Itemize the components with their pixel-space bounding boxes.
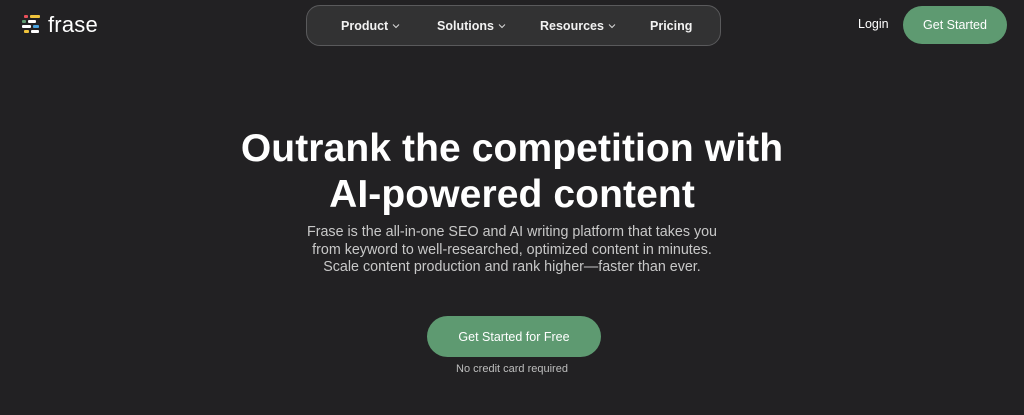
get-started-button[interactable]: Get Started (903, 6, 1007, 44)
main-nav: Product Solutions Resources Pricing (306, 5, 721, 46)
nav-product[interactable]: Product (341, 6, 400, 45)
no-credit-card-note: No credit card required (456, 363, 568, 375)
nav-pricing[interactable]: Pricing (650, 6, 692, 45)
chevron-down-icon (392, 23, 400, 28)
nav-resources[interactable]: Resources (540, 6, 616, 45)
nav-product-label: Product (341, 18, 389, 33)
landing-page: frase Product Solutions Resources Pricin… (0, 0, 1024, 415)
nav-solutions-label: Solutions (437, 18, 494, 33)
login-link[interactable]: Login (858, 17, 889, 31)
nav-pricing-label: Pricing (650, 18, 693, 33)
nav-solutions[interactable]: Solutions (437, 6, 506, 45)
logo-text: frase (48, 12, 98, 37)
get-started-free-button[interactable]: Get Started for Free (427, 316, 601, 357)
nav-resources-label: Resources (540, 18, 604, 33)
hero-subtitle-line-1: Frase is the all-in-one SEO and AI writi… (306, 224, 718, 240)
chevron-down-icon (498, 23, 506, 28)
hero-title-line-2: AI-powered content (329, 173, 695, 216)
get-started-label: Get Started (923, 18, 987, 32)
hero-title-line-1: Outrank the competition with (240, 127, 784, 170)
hero-title: Outrank the competition with AI-powered … (0, 126, 1024, 218)
hero-subtitle-line-3: Scale content production and rank higher… (323, 259, 701, 275)
chevron-down-icon (608, 23, 616, 28)
frase-logo-icon (22, 15, 40, 33)
get-started-free-label: Get Started for Free (458, 329, 570, 344)
logo[interactable]: frase (22, 13, 98, 37)
hero-subtitle: Frase is the all-in-one SEO and AI writi… (0, 224, 1024, 277)
hero-subtitle-line-2: from keyword to well-researched, optimiz… (312, 241, 712, 258)
